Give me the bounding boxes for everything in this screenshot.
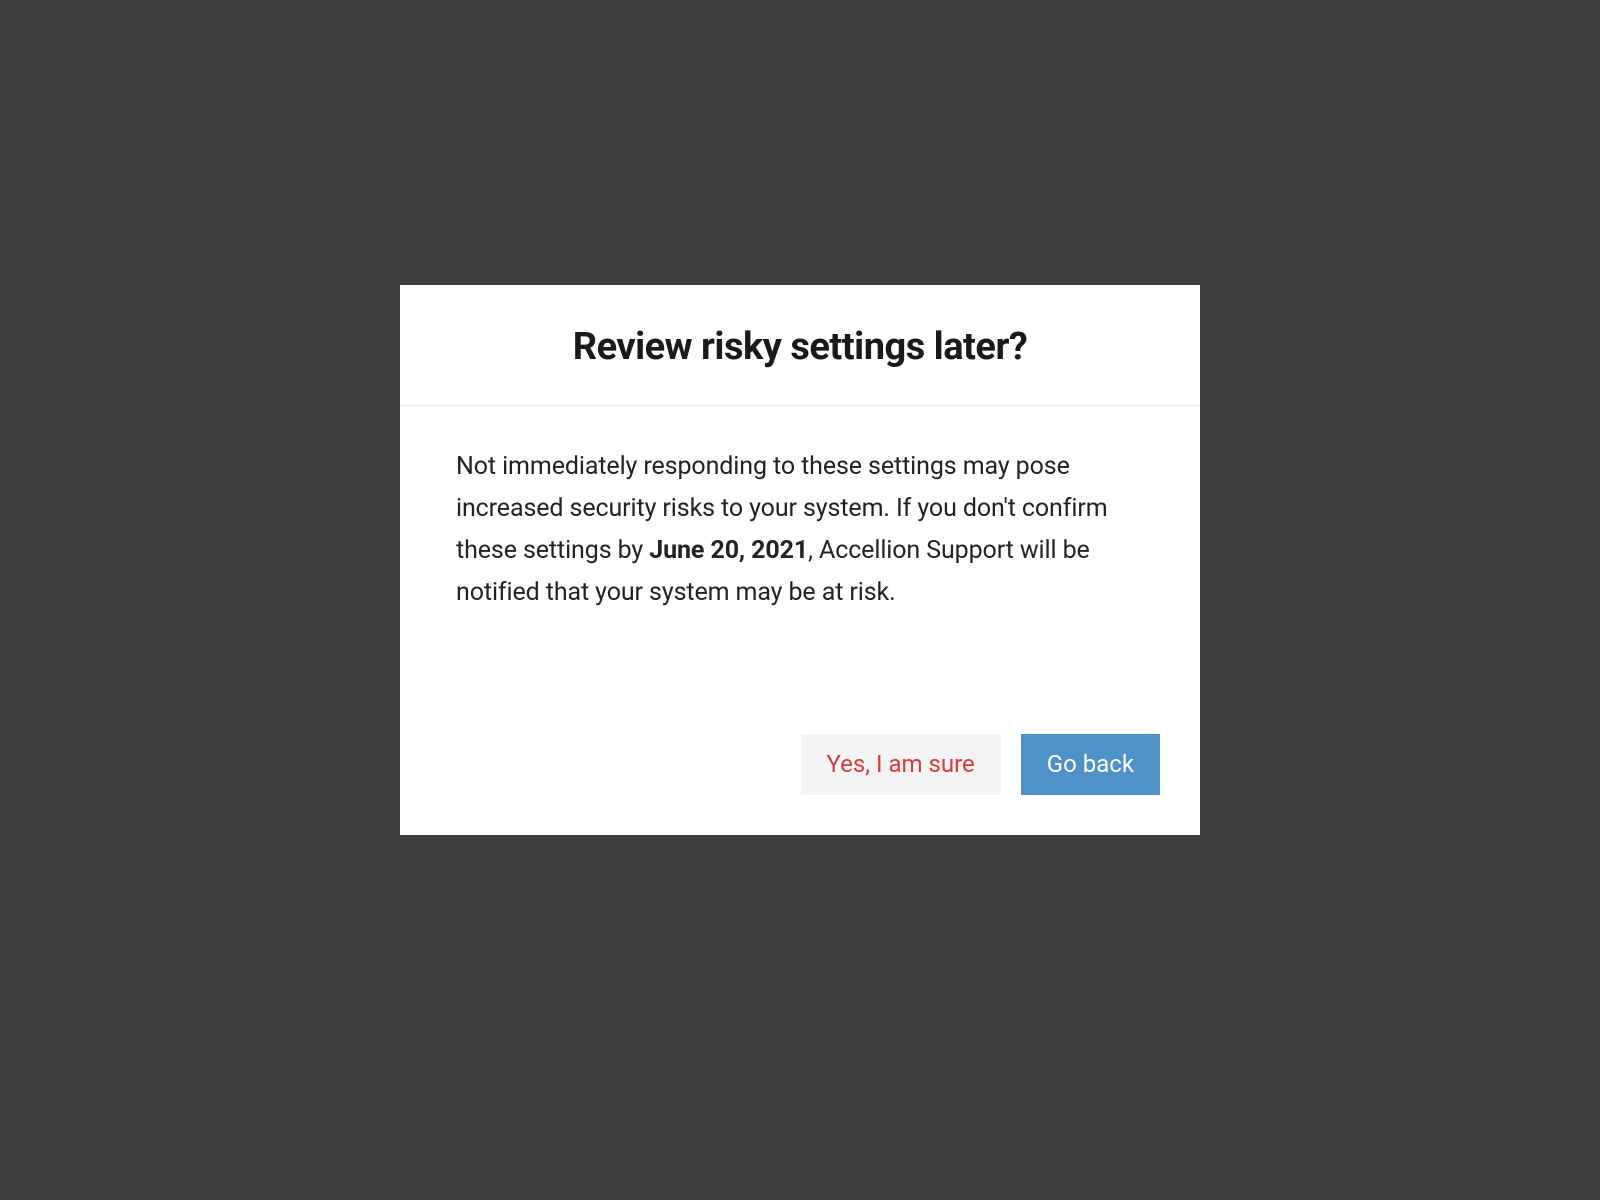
dialog-deadline-date: June 20, 2021: [649, 536, 808, 565]
dialog-title: Review risky settings later?: [456, 325, 1144, 369]
dialog-message: Not immediately responding to these sett…: [456, 446, 1144, 614]
confirmation-dialog: Review risky settings later? Not immedia…: [400, 285, 1200, 834]
dialog-footer: Yes, I am sure Go back: [400, 624, 1200, 834]
dialog-body: Not immediately responding to these sett…: [400, 406, 1200, 624]
dialog-header: Review risky settings later?: [400, 285, 1200, 406]
confirm-button[interactable]: Yes, I am sure: [801, 734, 1001, 794]
go-back-button[interactable]: Go back: [1021, 734, 1160, 794]
